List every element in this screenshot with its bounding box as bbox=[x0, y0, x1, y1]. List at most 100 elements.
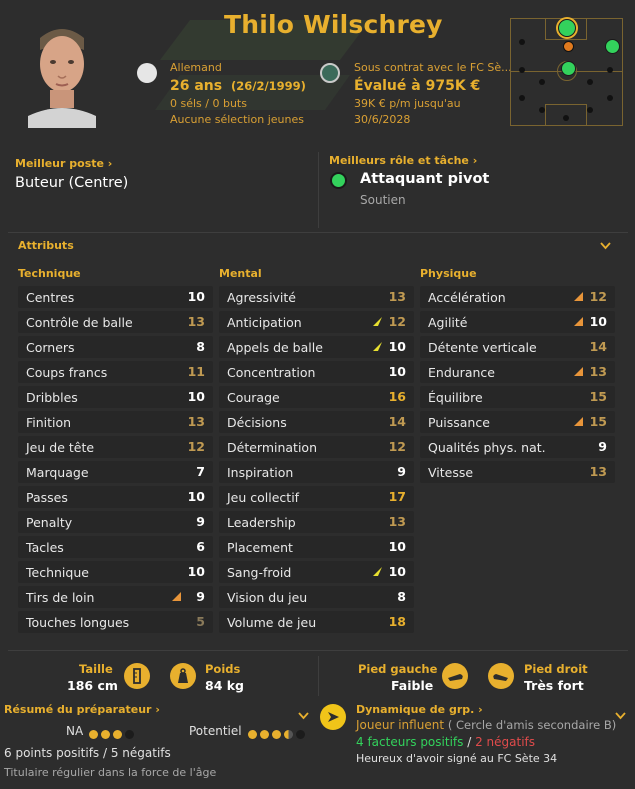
attribute-name: Placement bbox=[227, 540, 293, 555]
coach-note: Titulaire régulier dans la force de l'âg… bbox=[4, 766, 217, 779]
attribute-value: 10 bbox=[187, 389, 205, 404]
attribute-name: Appels de balle bbox=[227, 340, 323, 355]
attribute-value: 8 bbox=[196, 339, 205, 354]
attribute-value: 13 bbox=[388, 289, 406, 304]
attribute-row[interactable]: Touches longues 5 bbox=[18, 611, 213, 633]
position-marker-orange[interactable] bbox=[563, 41, 574, 52]
attribute-row[interactable]: Inspiration 9 bbox=[219, 461, 414, 483]
best-role-link[interactable]: Meilleurs rôle et tâche › bbox=[329, 154, 477, 167]
attribute-value: 10 bbox=[388, 364, 406, 379]
height-icon bbox=[124, 663, 150, 689]
attribute-row[interactable]: Finition 13 bbox=[18, 411, 213, 433]
attribute-row[interactable]: Dribbles 10 bbox=[18, 386, 213, 408]
dynamics-icon[interactable] bbox=[320, 704, 346, 730]
player-name: Thilo Wilschrey bbox=[224, 10, 443, 39]
attribute-row[interactable]: Détente verticale 14 bbox=[420, 336, 615, 358]
trend-up-icon bbox=[574, 292, 583, 301]
attribute-value: 5 bbox=[196, 614, 205, 629]
chevron-down-icon[interactable] bbox=[298, 712, 309, 720]
attribute-value: 11 bbox=[187, 364, 205, 379]
section-divider bbox=[8, 232, 628, 233]
attribute-row[interactable]: Tirs de loin 9 bbox=[18, 586, 213, 608]
best-position-link[interactable]: Meilleur poste › bbox=[15, 157, 112, 170]
attribute-row[interactable]: Vitesse 13 bbox=[420, 461, 615, 483]
attribute-value: 13 bbox=[388, 514, 406, 529]
current-ability-stars bbox=[89, 724, 137, 743]
attribute-row[interactable]: Tacles 6 bbox=[18, 536, 213, 558]
trend-highlight-icon bbox=[373, 342, 382, 351]
trend-highlight-icon bbox=[373, 317, 382, 326]
attribute-name: Touches longues bbox=[26, 615, 130, 630]
attribute-row[interactable]: Placement 10 bbox=[219, 536, 414, 558]
attribute-row[interactable]: Courage 16 bbox=[219, 386, 414, 408]
attribute-row[interactable]: Qualités phys. nat. 9 bbox=[420, 436, 615, 458]
attribute-row[interactable]: Agilité 10 bbox=[420, 311, 615, 333]
attribute-row[interactable]: Contrôle de balle 13 bbox=[18, 311, 213, 333]
attribute-row[interactable]: Passes 10 bbox=[18, 486, 213, 508]
attribute-row[interactable]: Concentration 10 bbox=[219, 361, 414, 383]
right-foot-icon bbox=[488, 663, 514, 689]
contract-info[interactable]: Sous contrat avec le FC Sè... bbox=[354, 61, 512, 74]
attribute-row[interactable]: Accélération 12 bbox=[420, 286, 615, 308]
attribute-name: Détermination bbox=[227, 440, 318, 455]
nation-flag-icon[interactable] bbox=[137, 63, 157, 83]
attribute-row[interactable]: Leadership 13 bbox=[219, 511, 414, 533]
coach-summary-label: Résumé du préparateur bbox=[4, 703, 152, 716]
best-position-marker[interactable] bbox=[558, 19, 576, 37]
contract-end: 30/6/2028 bbox=[354, 113, 411, 126]
attribute-row[interactable]: Jeu de tête 12 bbox=[18, 436, 213, 458]
attribute-row[interactable]: Décisions 14 bbox=[219, 411, 414, 433]
attribute-row[interactable]: Anticipation 12 bbox=[219, 311, 414, 333]
attribute-row[interactable]: Équilibre 15 bbox=[420, 386, 615, 408]
chevron-right-icon: › bbox=[468, 154, 478, 167]
attribute-row[interactable]: Volume de jeu 18 bbox=[219, 611, 414, 633]
attribute-row[interactable]: Appels de balle 10 bbox=[219, 336, 414, 358]
attribute-name: Centres bbox=[26, 290, 75, 305]
attribute-name: Équilibre bbox=[428, 390, 483, 405]
attribute-row[interactable]: Technique 10 bbox=[18, 561, 213, 583]
attribute-value: 13 bbox=[187, 314, 205, 329]
attribute-row[interactable]: Corners 8 bbox=[18, 336, 213, 358]
best-role-label: Meilleurs rôle et tâche bbox=[329, 154, 469, 167]
best-role-duty: Soutien bbox=[360, 193, 406, 207]
attribute-name: Tacles bbox=[26, 540, 64, 555]
dynamics-link[interactable]: Dynamique de grp. › bbox=[356, 703, 483, 716]
position-marker-green[interactable] bbox=[605, 39, 620, 54]
attribute-name: Concentration bbox=[227, 365, 316, 380]
chevron-right-icon: › bbox=[103, 157, 113, 170]
attribute-name: Technique bbox=[26, 565, 89, 580]
attribute-name: Décisions bbox=[227, 415, 287, 430]
attribute-row[interactable]: Jeu collectif 17 bbox=[219, 486, 414, 508]
coach-summary-link[interactable]: Résumé du préparateur › bbox=[4, 703, 160, 716]
trend-up-icon bbox=[172, 592, 181, 601]
position-marker-green-center[interactable] bbox=[561, 61, 576, 76]
left-foot-value: Faible bbox=[391, 678, 434, 693]
age: 26 ans (26/2/1999) bbox=[170, 78, 306, 94]
position-pitch[interactable] bbox=[510, 18, 623, 126]
attribute-row[interactable]: Détermination 12 bbox=[219, 436, 414, 458]
attribute-row[interactable]: Vision du jeu 8 bbox=[219, 586, 414, 608]
attribute-row[interactable]: Sang-froid 10 bbox=[219, 561, 414, 583]
attribute-name: Vitesse bbox=[428, 465, 474, 480]
potential-label: Potentiel bbox=[189, 724, 242, 738]
attribute-row[interactable]: Endurance 13 bbox=[420, 361, 615, 383]
attribute-value: 12 bbox=[388, 439, 406, 454]
club-badge-icon[interactable] bbox=[320, 63, 340, 83]
attribute-row[interactable]: Centres 10 bbox=[18, 286, 213, 308]
chevron-right-icon: › bbox=[474, 703, 483, 716]
attribute-row[interactable]: Marquage 7 bbox=[18, 461, 213, 483]
attribute-row[interactable]: Coups francs 11 bbox=[18, 361, 213, 383]
chevron-down-icon[interactable] bbox=[615, 712, 626, 720]
right-foot-value: Très fort bbox=[524, 678, 584, 693]
attribute-value: 13 bbox=[589, 364, 607, 379]
attribute-row[interactable]: Penalty 9 bbox=[18, 511, 213, 533]
attribute-name: Inspiration bbox=[227, 465, 294, 480]
attribute-name: Volume de jeu bbox=[227, 615, 317, 630]
attribute-row[interactable]: Puissance 15 bbox=[420, 411, 615, 433]
attribute-row[interactable]: Agressivité 13 bbox=[219, 286, 414, 308]
attribute-name: Marquage bbox=[26, 465, 89, 480]
attribute-value: 10 bbox=[388, 539, 406, 554]
attribute-value: 15 bbox=[589, 414, 607, 429]
attribute-name: Qualités phys. nat. bbox=[428, 440, 546, 455]
chevron-down-icon[interactable] bbox=[600, 242, 611, 250]
